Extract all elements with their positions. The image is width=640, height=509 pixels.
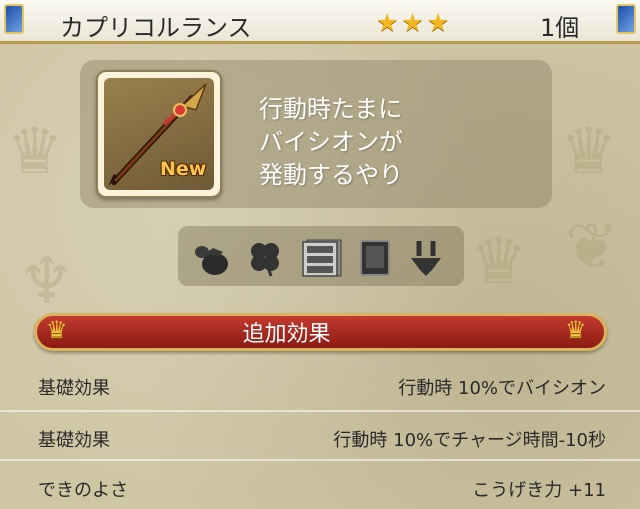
row-divider [0, 410, 640, 412]
new-badge: New [160, 158, 207, 180]
item-description-line-1: 行動時たまに [259, 95, 403, 123]
item-name: カプリコルランス [60, 14, 252, 42]
clover-icon[interactable] [245, 238, 285, 278]
background-leaf-pattern: ❦ [565, 210, 619, 284]
book-icon[interactable] [355, 238, 395, 278]
effect-value: こうげき力 +11 [472, 480, 606, 501]
title-bar-right-ornament [616, 4, 636, 34]
bag-icon[interactable] [193, 238, 233, 278]
row-divider [0, 459, 640, 461]
effect-value: 行動時 10%でチャージ時間-10秒 [333, 430, 606, 451]
effect-label: 基礎効果 [38, 378, 110, 399]
item-quantity: 1個 [540, 14, 580, 42]
dresser-icon[interactable] [299, 238, 342, 278]
background-crown-pattern: ♛ [560, 115, 618, 189]
item-description-line-2: バイシオンが [259, 128, 403, 156]
trident-icon[interactable] [406, 238, 446, 278]
effect-label: 基礎効果 [38, 430, 110, 451]
title-bar-left-ornament [4, 4, 24, 34]
background-crown-pattern: ♛ [6, 115, 64, 189]
effect-value: 行動時 10%でバイシオン [398, 378, 606, 399]
background-crown-pattern: ♛ [470, 225, 528, 299]
item-description-line-3: 発動するやり [259, 161, 403, 189]
effects-section-title: 追加効果 [242, 322, 331, 347]
effect-label: できのよさ [38, 480, 128, 501]
rarity-stars: ★★★ [376, 8, 453, 37]
background-jellyfish-pattern: ♆ [18, 245, 76, 319]
